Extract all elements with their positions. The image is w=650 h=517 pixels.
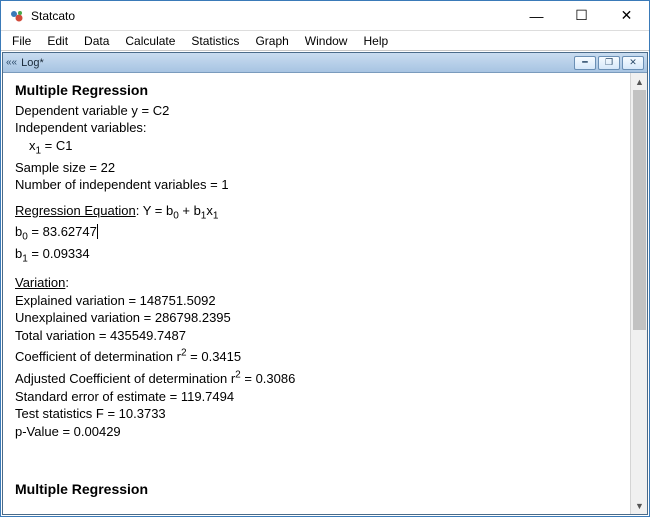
- r2-label: Coefficient of determination r: [15, 349, 181, 364]
- independent-variables-label: Independent variables:: [15, 119, 618, 137]
- p-value-line: p-Value = 0.00429: [15, 423, 618, 441]
- dependent-variable-value: C2: [153, 103, 170, 118]
- b1-eq: =: [28, 246, 43, 261]
- log-content[interactable]: Multiple Regression Dependent variable y…: [3, 73, 630, 514]
- window-title: Statcato: [31, 9, 75, 23]
- maximize-button[interactable]: ☐: [559, 1, 604, 30]
- log-titlebar[interactable]: «« Log* ━ ❐ ✕: [3, 53, 647, 73]
- unexplained-variation-value: 286798.2395: [155, 310, 231, 325]
- scrollbar-up-arrow-icon[interactable]: ▲: [631, 73, 647, 90]
- log-body-wrap: Multiple Regression Dependent variable y…: [3, 73, 647, 514]
- menu-help[interactable]: Help: [356, 33, 395, 49]
- p-value-label: p-Value =: [15, 424, 74, 439]
- menu-data[interactable]: Data: [77, 33, 116, 49]
- x1-line: x1 = C1: [29, 137, 618, 155]
- menu-edit[interactable]: Edit: [40, 33, 75, 49]
- dependent-variable-line: Dependent variable y = C2: [15, 102, 618, 120]
- std-error-label: Standard error of estimate =: [15, 389, 181, 404]
- num-indep-value: 1: [221, 177, 228, 192]
- std-error-line: Standard error of estimate = 119.7494: [15, 388, 618, 406]
- explained-variation-value: 148751.5092: [140, 293, 216, 308]
- r2-eq: =: [187, 349, 202, 364]
- variation-colon: :: [65, 275, 69, 290]
- x1-eq: =: [41, 138, 56, 153]
- menu-calculate[interactable]: Calculate: [118, 33, 182, 49]
- unexplained-variation-label: Unexplained variation =: [15, 310, 155, 325]
- log-minimize-button[interactable]: ━: [574, 56, 596, 70]
- adj-r2-value: 0.3086: [256, 371, 296, 386]
- adj-r2-line: Adjusted Coefficient of determination r2…: [15, 370, 618, 388]
- adj-r2-eq: =: [241, 371, 256, 386]
- app-icon: [9, 8, 25, 24]
- b0-value: 83.62747: [43, 224, 98, 239]
- total-variation-value: 435549.7487: [110, 328, 186, 343]
- log-window-glyph-icon: ««: [6, 57, 17, 68]
- menubar: File Edit Data Calculate Statistics Grap…: [1, 31, 649, 51]
- close-button[interactable]: ✕: [604, 1, 649, 30]
- sample-size-label: Sample size =: [15, 160, 101, 175]
- r2-value: 0.3415: [201, 349, 241, 364]
- menu-graph[interactable]: Graph: [248, 33, 295, 49]
- explained-variation-label: Explained variation =: [15, 293, 140, 308]
- sample-size-line: Sample size = 22: [15, 159, 618, 177]
- titlebar: Statcato — ☐ ✕: [1, 1, 649, 31]
- b0-line: b0 = 83.62747: [15, 223, 618, 241]
- menu-statistics[interactable]: Statistics: [184, 33, 246, 49]
- f-stat-label: Test statistics F =: [15, 406, 119, 421]
- variation-label: Variation: [15, 275, 65, 290]
- num-indep-label: Number of independent variables =: [15, 177, 221, 192]
- log-maximize-button[interactable]: ❐: [598, 56, 620, 70]
- num-indep-line: Number of independent variables = 1: [15, 176, 618, 194]
- log-window-controls: ━ ❐ ✕: [574, 56, 644, 70]
- vertical-scrollbar[interactable]: ▲ ▼: [630, 73, 647, 514]
- log-close-button[interactable]: ✕: [622, 56, 644, 70]
- variation-heading: Variation:: [15, 274, 618, 292]
- sample-size-value: 22: [101, 160, 115, 175]
- menu-file[interactable]: File: [5, 33, 38, 49]
- regression-equation-plus: + b: [179, 203, 201, 218]
- b1-value: 0.09334: [43, 246, 90, 261]
- dependent-variable-label: Dependent variable y =: [15, 103, 153, 118]
- log-window-title: Log*: [21, 57, 44, 69]
- mdi-client-area: «« Log* ━ ❐ ✕ Multiple Regression Depend…: [2, 52, 648, 515]
- total-variation-label: Total variation =: [15, 328, 110, 343]
- f-stat-line: Test statistics F = 10.3733: [15, 405, 618, 423]
- scrollbar-thumb[interactable]: [633, 90, 646, 330]
- log-window: «« Log* ━ ❐ ✕ Multiple Regression Depend…: [2, 52, 648, 515]
- minimize-button[interactable]: —: [514, 1, 559, 30]
- unexplained-variation-line: Unexplained variation = 286798.2395: [15, 309, 618, 327]
- regression-equation-line: Regression Equation: Y = b0 + b1x1: [15, 202, 618, 220]
- r2-line: Coefficient of determination r2 = 0.3415: [15, 348, 618, 366]
- explained-variation-line: Explained variation = 148751.5092: [15, 292, 618, 310]
- menu-window[interactable]: Window: [298, 33, 355, 49]
- scrollbar-down-arrow-icon[interactable]: ▼: [631, 497, 647, 514]
- b0-eq: =: [28, 224, 43, 239]
- total-variation-line: Total variation = 435549.7487: [15, 327, 618, 345]
- regression-equation-label: Regression Equation: [15, 203, 136, 218]
- p-value-value: 0.00429: [74, 424, 121, 439]
- b1-line: b1 = 0.09334: [15, 245, 618, 263]
- window-controls: — ☐ ✕: [514, 1, 649, 30]
- heading-multiple-regression-2: Multiple Regression: [15, 480, 618, 499]
- heading-multiple-regression: Multiple Regression: [15, 81, 618, 100]
- regression-equation-sep: : Y = b: [136, 203, 173, 218]
- x1-value: C1: [56, 138, 73, 153]
- std-error-value: 119.7494: [181, 389, 234, 404]
- regeq-x-sub: 1: [213, 210, 219, 221]
- f-stat-value: 10.3733: [119, 406, 166, 421]
- adj-r2-label: Adjusted Coefficient of determination r: [15, 371, 235, 386]
